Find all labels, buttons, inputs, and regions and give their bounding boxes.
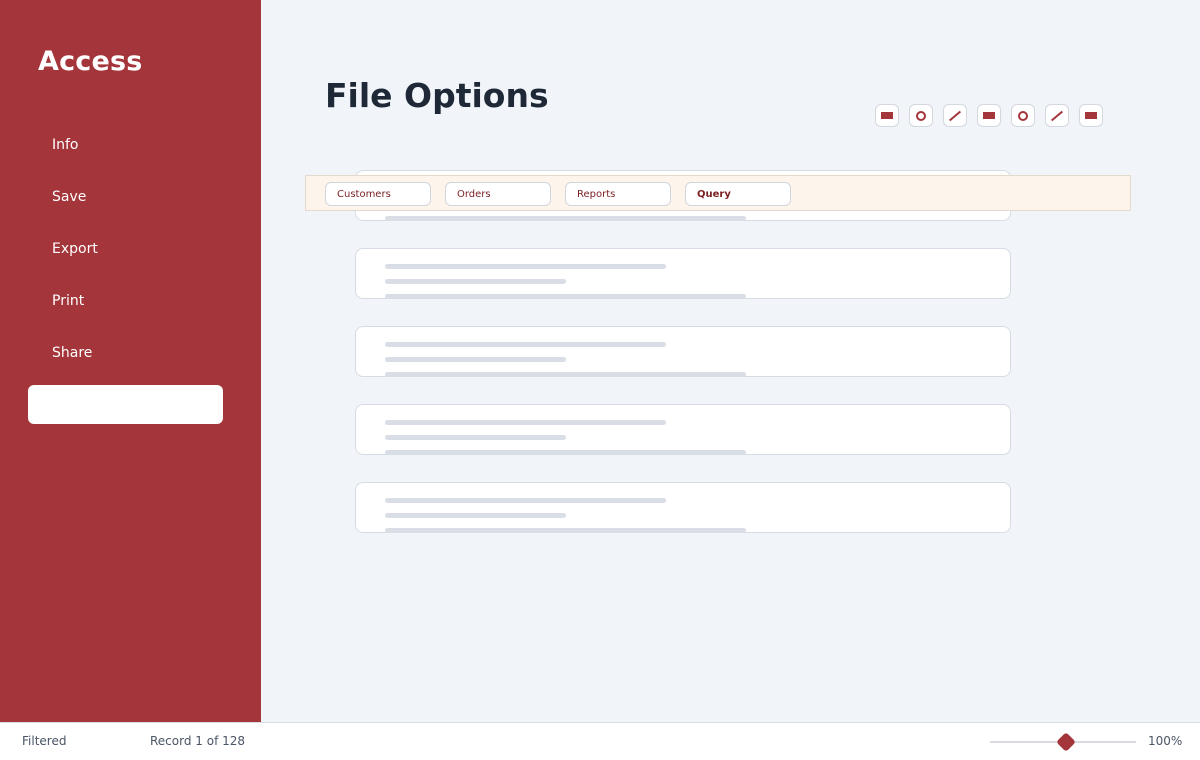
list-item[interactable] [355, 326, 1011, 377]
placeholder-line [385, 513, 566, 518]
placeholder-line [385, 264, 666, 269]
sidebar-item-export[interactable]: Export [52, 241, 98, 257]
placeholder-line [385, 372, 746, 377]
rectangle-tool-button[interactable] [875, 104, 899, 127]
status-bar: Filtered Record 1 of 128 100% [0, 722, 1200, 760]
circle-icon [1018, 110, 1028, 121]
tab-orders[interactable]: Orders [445, 182, 551, 206]
rectangle-icon [1085, 112, 1097, 119]
rectangle-tool-button[interactable] [1079, 104, 1103, 127]
zoom-level: 100% [1148, 734, 1183, 748]
rectangle-tool-button[interactable] [977, 104, 1001, 127]
placeholder-line [385, 342, 666, 347]
list-item[interactable] [355, 482, 1011, 533]
placeholder-line [385, 216, 746, 221]
placeholder-line [385, 420, 666, 425]
list-item[interactable] [355, 248, 1011, 299]
sidebar-item-selected[interactable] [28, 385, 223, 424]
line-tool-button[interactable] [1045, 104, 1069, 127]
sidebar: Access Info Save Export Print Share [0, 0, 261, 722]
placeholder-line [385, 450, 746, 455]
tab-reports[interactable]: Reports [565, 182, 671, 206]
record-indicator: Record 1 of 128 [150, 734, 246, 748]
object-tab-bar: Customers Orders Reports Query [305, 175, 1131, 211]
main-panel: File Options Customers Orders Reports Qu… [261, 0, 1200, 722]
placeholder-line [385, 498, 666, 503]
line-icon [1050, 110, 1064, 121]
placeholder-line [385, 357, 566, 362]
sidebar-item-save[interactable]: Save [52, 189, 86, 205]
sidebar-item-info[interactable]: Info [52, 137, 79, 153]
sidebar-item-print[interactable]: Print [52, 293, 84, 309]
list-item[interactable] [355, 404, 1011, 455]
rectangle-icon [983, 112, 995, 119]
placeholder-line [385, 528, 746, 533]
tab-query[interactable]: Query [685, 182, 791, 206]
tab-customers[interactable]: Customers [325, 182, 431, 206]
circle-tool-button[interactable] [1011, 104, 1035, 127]
rectangle-icon [881, 112, 893, 119]
filter-status[interactable]: Filtered [22, 734, 66, 748]
sidebar-item-share[interactable]: Share [52, 345, 92, 361]
app-title: Access [38, 46, 143, 77]
placeholder-line [385, 294, 746, 299]
circle-tool-button[interactable] [909, 104, 933, 127]
line-icon [948, 110, 962, 121]
line-tool-button[interactable] [943, 104, 967, 127]
placeholder-line [385, 279, 566, 284]
page-title: File Options [325, 76, 549, 115]
placeholder-line [385, 435, 566, 440]
circle-icon [916, 110, 926, 121]
